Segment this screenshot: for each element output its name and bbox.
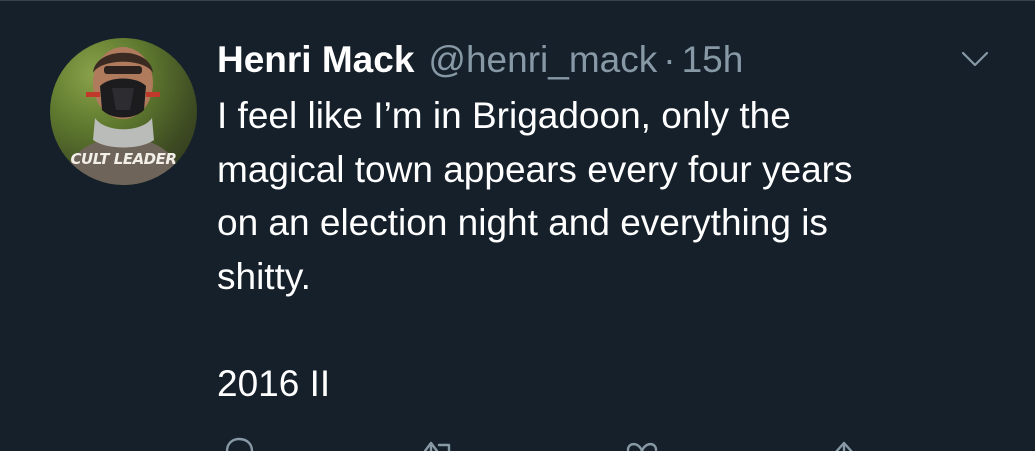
display-name[interactable]: Henri Mack <box>217 37 414 83</box>
tweet-content: Henri Mack @henri_mack · 15h I feel like… <box>217 37 997 410</box>
chevron-down-icon[interactable] <box>960 49 990 69</box>
tweet-text-line: shitty. <box>217 255 311 297</box>
tweet-header: Henri Mack @henri_mack · 15h <box>217 37 997 83</box>
timestamp[interactable]: 15h <box>682 37 744 83</box>
user-handle[interactable]: @henri_mack <box>428 37 657 83</box>
avatar-shirt-text: CULT LEADER <box>70 150 177 168</box>
tweet-text-line: on an election night and everything is <box>217 202 828 243</box>
heart-icon[interactable] <box>622 437 662 451</box>
tweet-text-line: I feel like I’m in Brigadoon, only the <box>217 95 791 136</box>
retweet-icon[interactable] <box>417 437 457 451</box>
tweet-text: I feel like I’m in Brigadoon, only the m… <box>217 89 997 410</box>
tweet-text-footer: 2016 II <box>217 362 331 404</box>
tweet-actions <box>217 437 877 451</box>
avatar[interactable]: CULT LEADER <box>50 38 197 185</box>
tweet-text-line: magical town appears every four years <box>217 148 853 190</box>
reply-icon[interactable] <box>217 437 257 451</box>
tweet[interactable]: CULT LEADER Henri Mack @henri_mack · 15h… <box>0 0 1035 451</box>
separator-dot: · <box>663 39 676 80</box>
share-icon[interactable] <box>824 437 864 451</box>
